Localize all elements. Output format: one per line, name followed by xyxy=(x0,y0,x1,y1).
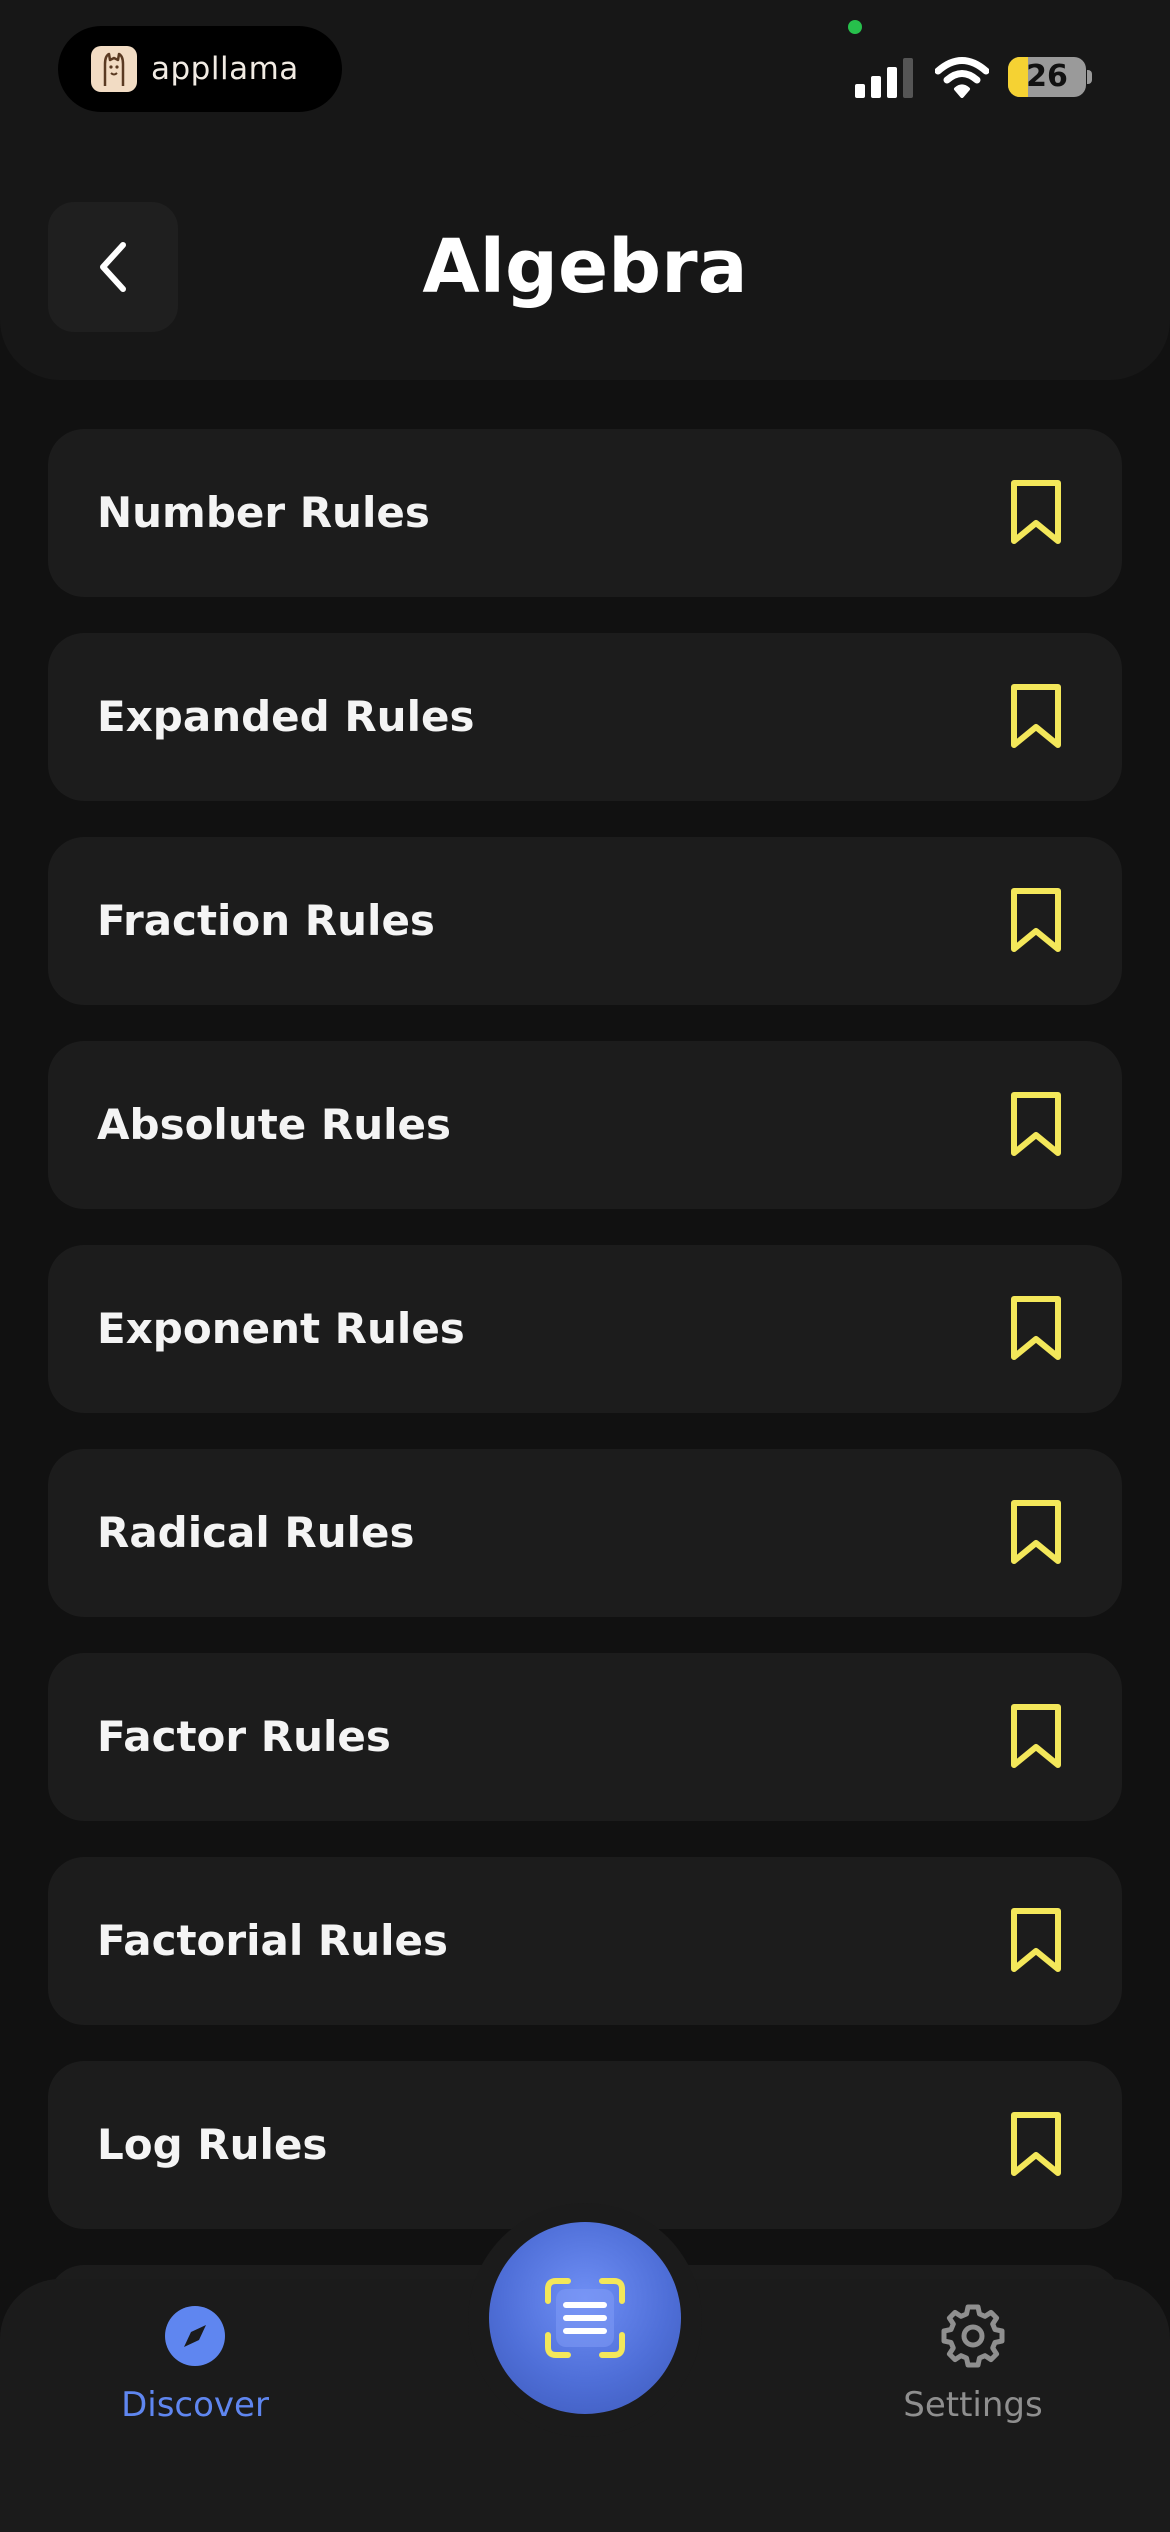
nav-settings-label: Settings xyxy=(903,2385,1043,2425)
scan-button[interactable] xyxy=(489,2222,681,2414)
gear-icon xyxy=(941,2304,1005,2368)
rule-item-label: Number Rules xyxy=(97,488,430,537)
bookmark-icon[interactable] xyxy=(1010,1499,1062,1565)
bookmark-icon[interactable] xyxy=(1010,2111,1062,2177)
rule-item-label: Log Rules xyxy=(97,2120,328,2169)
rule-item-label: Factor Rules xyxy=(97,1712,391,1761)
scan-icon xyxy=(545,2278,625,2358)
rule-item-label: Fraction Rules xyxy=(97,896,435,945)
nav-discover-label: Discover xyxy=(121,2385,269,2425)
llama-logo-icon xyxy=(91,46,137,92)
brand-name: appllama xyxy=(151,51,299,87)
bookmark-icon[interactable] xyxy=(1010,1091,1062,1157)
nav-discover-tab[interactable]: Discover xyxy=(65,2279,325,2439)
battery-percentage: 26 xyxy=(1026,59,1068,94)
bookmark-icon[interactable] xyxy=(1010,887,1062,953)
rule-item[interactable]: Radical Rules xyxy=(48,1449,1122,1617)
camera-indicator xyxy=(848,20,862,34)
compass-icon xyxy=(165,2306,225,2366)
rules-list[interactable]: Number Rules Expanded Rules Fraction Rules… xyxy=(48,429,1122,2439)
bookmark-icon[interactable] xyxy=(1010,1295,1062,1361)
bookmark-icon[interactable] xyxy=(1010,1703,1062,1769)
brand-pill: appllama xyxy=(58,26,342,112)
rule-item-label: Factorial Rules xyxy=(97,1916,448,1965)
nav-settings-tab[interactable]: Settings xyxy=(843,2279,1103,2439)
wifi-icon xyxy=(935,57,989,98)
rule-item-label: Exponent Rules xyxy=(97,1304,465,1353)
bookmark-icon[interactable] xyxy=(1010,683,1062,749)
rule-item-label: Absolute Rules xyxy=(97,1100,452,1149)
rule-item[interactable]: Factor Rules xyxy=(48,1653,1122,1821)
rule-item[interactable]: Factorial Rules xyxy=(48,1857,1122,2025)
status-bar: appllama 26 xyxy=(0,0,1170,140)
page-title: Algebra xyxy=(422,224,748,310)
rule-item-label: Expanded Rules xyxy=(97,692,475,741)
cellular-signal-icon xyxy=(855,58,913,98)
rule-item[interactable]: Exponent Rules xyxy=(48,1245,1122,1413)
rule-item[interactable]: Fraction Rules xyxy=(48,837,1122,1005)
bookmark-icon[interactable] xyxy=(1010,479,1062,545)
battery-indicator: 26 xyxy=(1008,57,1092,97)
rule-item[interactable]: Absolute Rules xyxy=(48,1041,1122,1209)
rule-item[interactable]: Expanded Rules xyxy=(48,633,1122,801)
rule-item-label: Radical Rules xyxy=(97,1508,415,1557)
bookmark-icon[interactable] xyxy=(1010,1907,1062,1973)
rule-item[interactable]: Number Rules xyxy=(48,429,1122,597)
